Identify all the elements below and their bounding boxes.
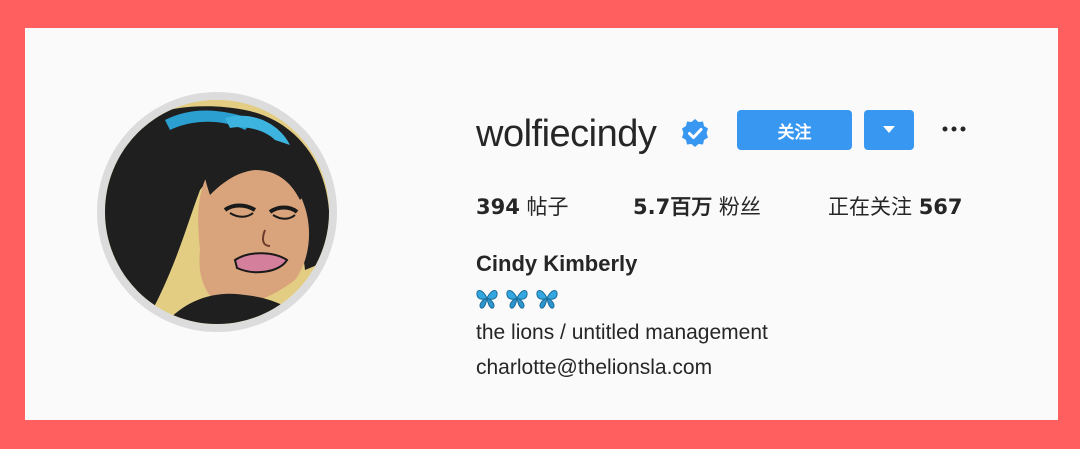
followers-count: 5.7百万 [633,195,713,219]
username: wolfiecindy [476,113,657,155]
posts-count: 394 [476,195,520,219]
followers-label: 粉丝 [718,195,761,219]
bio-text: the lions / untitled management [476,321,768,344]
bio-email: charlotte@thelionsla.com [476,356,713,379]
verified-badge-icon [682,119,708,147]
following-count: 567 [918,195,963,219]
full-name: Cindy Kimberly [476,251,638,276]
posts-stat[interactable]: 394 帖子 [476,191,569,221]
butterfly-icon [506,290,528,309]
following-stat[interactable]: 正在关注 567 [828,191,963,221]
more-options-button[interactable] [936,114,972,144]
bio-emoji-row [476,286,566,310]
follow-button[interactable]: 关注 [737,110,852,150]
butterfly-icon [476,290,498,309]
caret-down-icon [883,126,895,133]
suggestions-dropdown-button[interactable] [864,110,914,150]
butterfly-icon [536,290,558,309]
ellipsis-icon [942,126,966,132]
following-label: 正在关注 [828,195,912,219]
posts-label: 帖子 [526,195,569,219]
followers-stat[interactable]: 5.7百万 粉丝 [633,191,761,221]
avatar[interactable] [105,100,329,324]
